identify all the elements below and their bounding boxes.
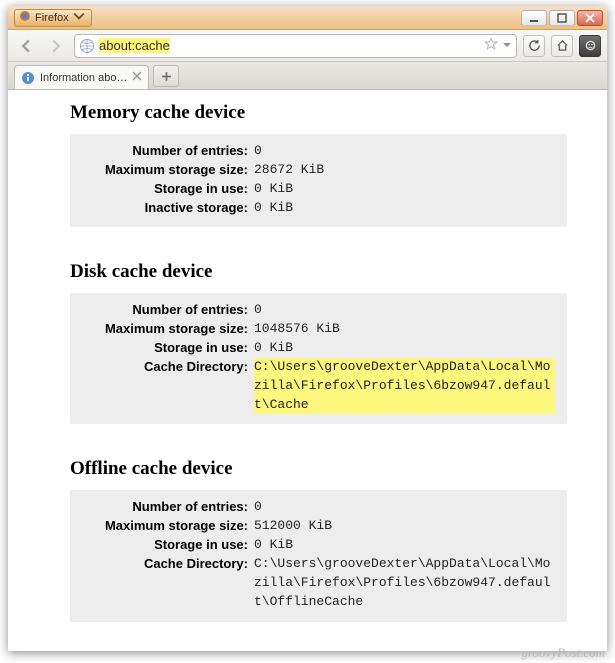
row-value: 0 KiB — [254, 181, 293, 196]
row-label: Cache Directory: — [82, 358, 254, 377]
info-icon — [21, 71, 35, 85]
info-row: Cache Directory:C:\Users\grooveDexter\Ap… — [82, 358, 555, 415]
window-titlebar: Firefox — [8, 6, 607, 30]
row-label: Maximum storage size: — [82, 517, 254, 536]
cache-section: Offline cache deviceNumber of entries:0M… — [70, 458, 567, 621]
section-heading: Disk cache device — [70, 261, 567, 283]
row-value: 0 KiB — [254, 340, 293, 355]
info-row: Maximum storage size:1048576 KiB — [82, 320, 555, 339]
cache-section: Memory cache deviceNumber of entries:0Ma… — [70, 102, 567, 227]
row-label: Maximum storage size: — [82, 320, 254, 339]
maximize-button[interactable] — [549, 10, 575, 26]
row-value: 0 KiB — [254, 200, 293, 215]
info-row: Storage in use:0 KiB — [82, 339, 555, 358]
row-value: 0 — [254, 499, 262, 514]
cache-section: Disk cache deviceNumber of entries:0Maxi… — [70, 261, 567, 424]
row-label: Storage in use: — [82, 339, 254, 358]
urlbar-dropdown-icon[interactable] — [502, 39, 512, 53]
close-button[interactable] — [577, 10, 603, 26]
url-bar[interactable]: about:cache — [74, 34, 517, 58]
app-name-label: Firefox — [35, 12, 69, 24]
info-row: Number of entries:0 — [82, 301, 555, 320]
feedback-button[interactable] — [579, 35, 601, 57]
forward-button[interactable] — [44, 35, 68, 57]
home-button[interactable] — [551, 35, 573, 57]
info-row: Storage in use:0 KiB — [82, 536, 555, 555]
info-row: Number of entries:0 — [82, 498, 555, 517]
info-panel: Number of entries:0Maximum storage size:… — [70, 490, 567, 621]
new-tab-button[interactable] — [153, 65, 179, 87]
info-row: Maximum storage size:28672 KiB — [82, 161, 555, 180]
info-panel: Number of entries:0Maximum storage size:… — [70, 134, 567, 227]
row-label: Storage in use: — [82, 536, 254, 555]
row-label: Number of entries: — [82, 301, 254, 320]
row-label: Cache Directory: — [82, 555, 254, 574]
row-value: 28672 KiB — [254, 162, 324, 177]
chevron-down-icon — [73, 10, 85, 25]
row-label: Maximum storage size: — [82, 161, 254, 180]
row-value: 512000 KiB — [254, 518, 332, 533]
info-row: Number of entries:0 — [82, 142, 555, 161]
firefox-icon — [19, 10, 31, 25]
info-row: Maximum storage size:512000 KiB — [82, 517, 555, 536]
row-value: 1048576 KiB — [254, 321, 340, 336]
tab-strip: Information abo… — [8, 62, 607, 90]
row-value: C:\Users\grooveDexter\AppData\Local\Mozi… — [254, 556, 550, 609]
info-panel: Number of entries:0Maximum storage size:… — [70, 293, 567, 424]
address-text: about:cache — [99, 38, 480, 53]
back-button[interactable] — [14, 35, 38, 57]
row-label: Number of entries: — [82, 142, 254, 161]
info-row: Storage in use:0 KiB — [82, 180, 555, 199]
row-label: Number of entries: — [82, 498, 254, 517]
nav-toolbar: about:cache — [8, 30, 607, 62]
row-value: 0 — [254, 143, 262, 158]
watermark: groovyPost.com — [521, 645, 605, 661]
tab-title: Information abo… — [40, 72, 127, 84]
app-menu-button[interactable]: Firefox — [14, 9, 92, 27]
minimize-button[interactable] — [521, 10, 547, 26]
info-row: Inactive storage:0 KiB — [82, 199, 555, 218]
info-row: Cache Directory:C:\Users\grooveDexter\Ap… — [82, 555, 555, 612]
globe-icon — [79, 38, 95, 54]
section-heading: Offline cache device — [70, 458, 567, 480]
row-value: 0 — [254, 302, 262, 317]
tab-close-icon[interactable] — [132, 71, 142, 84]
row-value: 0 KiB — [254, 537, 293, 552]
row-label: Inactive storage: — [82, 199, 254, 218]
page-content: Memory cache deviceNumber of entries:0Ma… — [8, 90, 607, 651]
row-value: C:\Users\grooveDexter\AppData\Local\Mozi… — [254, 358, 555, 415]
section-heading: Memory cache device — [70, 102, 567, 124]
bookmark-star-icon[interactable] — [484, 37, 498, 54]
reload-button[interactable] — [523, 35, 545, 57]
row-label: Storage in use: — [82, 180, 254, 199]
tab-active[interactable]: Information abo… — [14, 65, 149, 89]
